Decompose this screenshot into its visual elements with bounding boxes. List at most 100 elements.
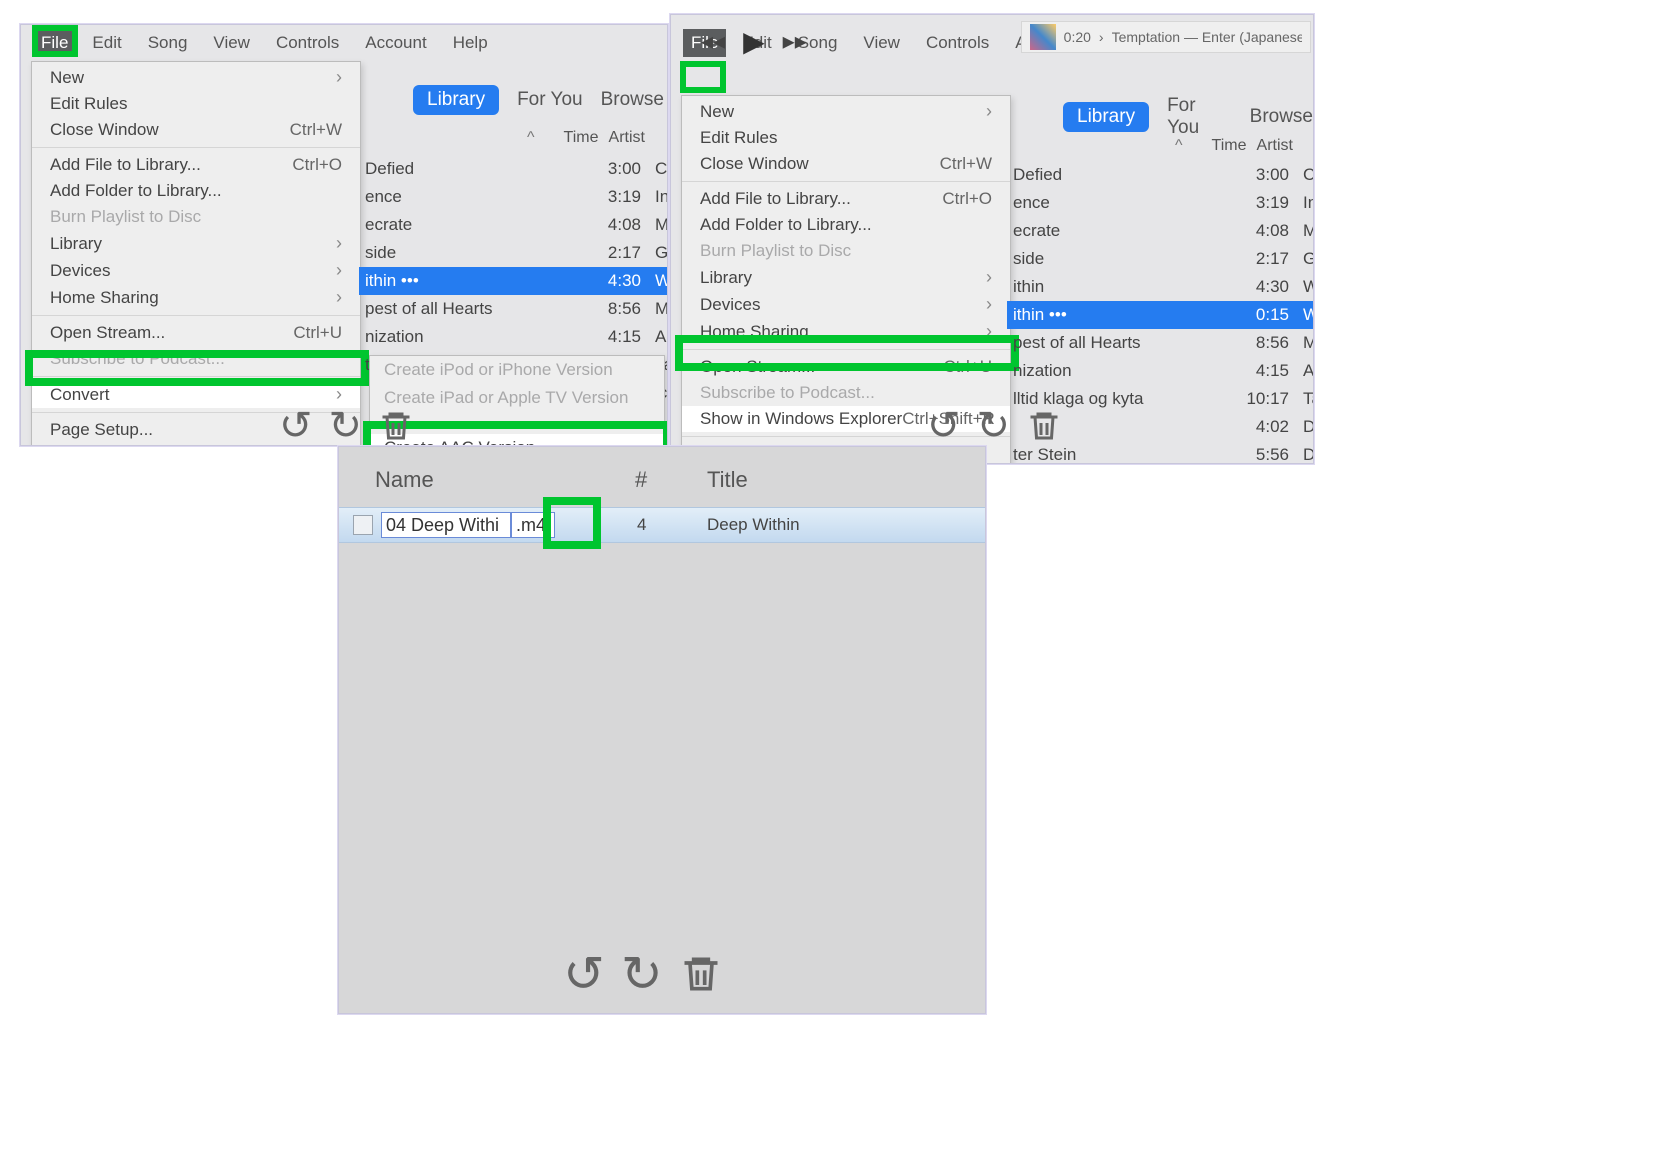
- song-row[interactable]: ecrate4:08Mayhe: [1007, 217, 1314, 245]
- menu-add-folder[interactable]: Add Folder to Library...: [32, 178, 360, 204]
- song-row[interactable]: ithin •••0:15Within: [1007, 301, 1314, 329]
- song-artist: Cannil: [649, 159, 668, 179]
- tab-for-you[interactable]: For You: [1167, 95, 1232, 139]
- song-time: 4:08: [1237, 221, 1297, 241]
- prev-icon[interactable]: ◂◂: [701, 27, 725, 56]
- song-time: 4:15: [1237, 361, 1297, 381]
- song-time: 4:15: [589, 327, 649, 347]
- col-time[interactable]: Time: [535, 129, 599, 147]
- menu-view[interactable]: View: [203, 29, 260, 57]
- redo-icon[interactable]: ↻: [977, 403, 1011, 449]
- menu-view[interactable]: View: [853, 29, 910, 57]
- col-number[interactable]: #: [635, 467, 647, 493]
- now-playing-time: 0:20: [1064, 29, 1091, 45]
- song-row[interactable]: Defied3:00Cannil: [359, 155, 668, 183]
- play-icon[interactable]: ▶: [743, 25, 765, 58]
- song-row[interactable]: pest of all Hearts8:56My Dy: [359, 295, 668, 323]
- undo-icon[interactable]: ↺: [563, 945, 605, 1003]
- tabstrip: Library For You Browse: [413, 85, 664, 115]
- menu-edit-rules[interactable]: Edit Rules: [682, 125, 1010, 151]
- song-time: 2:17: [589, 243, 649, 263]
- tab-library[interactable]: Library: [1063, 102, 1149, 132]
- menu-controls[interactable]: Controls: [916, 29, 999, 57]
- tab-browse[interactable]: Browse: [601, 89, 664, 111]
- song-artist: Mayhe: [649, 215, 668, 235]
- menu-devices[interactable]: Devices: [682, 291, 1010, 318]
- song-row[interactable]: nization4:15Arch E: [359, 323, 668, 351]
- song-row[interactable]: ithin •••4:30Within: [359, 267, 668, 295]
- menu-close-window[interactable]: Close WindowCtrl+W: [32, 117, 360, 143]
- song-row[interactable]: ence3:19Insom: [1007, 189, 1314, 217]
- tab-library[interactable]: Library: [413, 85, 499, 115]
- song-name: ithin: [1007, 277, 1237, 297]
- col-title[interactable]: Title: [707, 467, 748, 493]
- file-row[interactable]: 4 Deep Within: [339, 507, 985, 543]
- menu-add-file[interactable]: Add File to Library...Ctrl+O: [32, 152, 360, 178]
- menu-edit[interactable]: Edit: [82, 29, 131, 57]
- song-name: side: [359, 243, 589, 263]
- filename-ext-input[interactable]: [511, 512, 555, 538]
- menu-help[interactable]: Help: [443, 29, 498, 57]
- menu-library[interactable]: Library: [32, 230, 360, 257]
- menu-home-sharing[interactable]: Home Sharing: [32, 284, 360, 311]
- song-name: ithin •••: [1007, 305, 1237, 325]
- menu-new[interactable]: New: [32, 64, 360, 91]
- col-artist[interactable]: Artist: [609, 129, 645, 147]
- song-time: 4:30: [1237, 277, 1297, 297]
- menu-account[interactable]: Account: [355, 29, 436, 57]
- redo-icon[interactable]: ↻: [621, 945, 663, 1003]
- menu-burn-playlist: Burn Playlist to Disc: [32, 204, 360, 230]
- song-row[interactable]: Defied3:00Cannil: [1007, 161, 1314, 189]
- song-time: 8:56: [589, 299, 649, 319]
- menu-file[interactable]: File: [33, 29, 76, 57]
- filename-input[interactable]: [381, 512, 511, 538]
- trash-icon[interactable]: [679, 949, 723, 999]
- song-row[interactable]: side2:17Gravev: [1007, 245, 1314, 273]
- song-row[interactable]: ithin4:30Within: [1007, 273, 1314, 301]
- col-time[interactable]: Time: [1183, 137, 1247, 155]
- song-time: 10:17: [1237, 389, 1297, 409]
- song-artist: Dark S: [1297, 445, 1314, 464]
- song-artist: Within: [1297, 305, 1314, 325]
- menu-add-folder[interactable]: Add Folder to Library...: [682, 212, 1010, 238]
- menu-close-window[interactable]: Close WindowCtrl+W: [682, 151, 1010, 177]
- song-row[interactable]: ecrate4:08Mayhe: [359, 211, 668, 239]
- menu-library[interactable]: Library: [682, 264, 1010, 291]
- panel-itunes-show-explorer: ◂◂ ▶ ▸▸ 0:20 › Temptation — Enter (Japan…: [670, 14, 1314, 464]
- song-name: ithin •••: [359, 271, 589, 291]
- chevron-right-icon: ›: [1099, 29, 1104, 45]
- song-row[interactable]: side2:17Gravev: [359, 239, 668, 267]
- trash-icon[interactable]: [378, 406, 414, 446]
- sort-indicator-icon: ^: [1175, 137, 1183, 155]
- submenu-create-aac[interactable]: Create AAC Version: [370, 434, 664, 446]
- menu-open-stream[interactable]: Open Stream...Ctrl+U: [32, 320, 360, 346]
- song-row[interactable]: ence3:19Insom: [359, 183, 668, 211]
- menu-home-sharing[interactable]: Home Sharing: [682, 318, 1010, 345]
- tab-for-you[interactable]: For You: [517, 89, 583, 111]
- song-row[interactable]: nization4:15Arch E: [1007, 357, 1314, 385]
- song-artist: Gravev: [649, 243, 668, 263]
- tabstrip: Library For You Browse: [1063, 95, 1313, 139]
- column-headers: ^ Time Artist: [521, 129, 645, 147]
- menu-controls[interactable]: Controls: [266, 29, 349, 57]
- song-name: side: [1007, 249, 1237, 269]
- song-time: 8:56: [1237, 333, 1297, 353]
- col-artist[interactable]: Artist: [1257, 137, 1293, 155]
- menu-open-stream[interactable]: Open Stream...Ctrl+U: [682, 354, 1010, 380]
- undo-icon[interactable]: ↺: [279, 403, 313, 446]
- menu-edit-rules[interactable]: Edit Rules: [32, 91, 360, 117]
- song-artist: Insom: [649, 187, 668, 207]
- menu-devices[interactable]: Devices: [32, 257, 360, 284]
- song-time: 4:30: [589, 271, 649, 291]
- undo-icon[interactable]: ↺: [927, 403, 961, 449]
- song-row[interactable]: pest of all Hearts8:56My Dy: [1007, 329, 1314, 357]
- menu-burn-playlist: Burn Playlist to Disc: [682, 238, 1010, 264]
- menu-new[interactable]: New: [682, 98, 1010, 125]
- next-icon[interactable]: ▸▸: [783, 27, 807, 56]
- redo-icon[interactable]: ↻: [329, 403, 363, 446]
- tab-browse[interactable]: Browse: [1250, 106, 1313, 128]
- trash-icon[interactable]: [1026, 406, 1062, 446]
- col-name[interactable]: Name: [375, 467, 434, 493]
- menu-song[interactable]: Song: [138, 29, 198, 57]
- menu-add-file[interactable]: Add File to Library...Ctrl+O: [682, 186, 1010, 212]
